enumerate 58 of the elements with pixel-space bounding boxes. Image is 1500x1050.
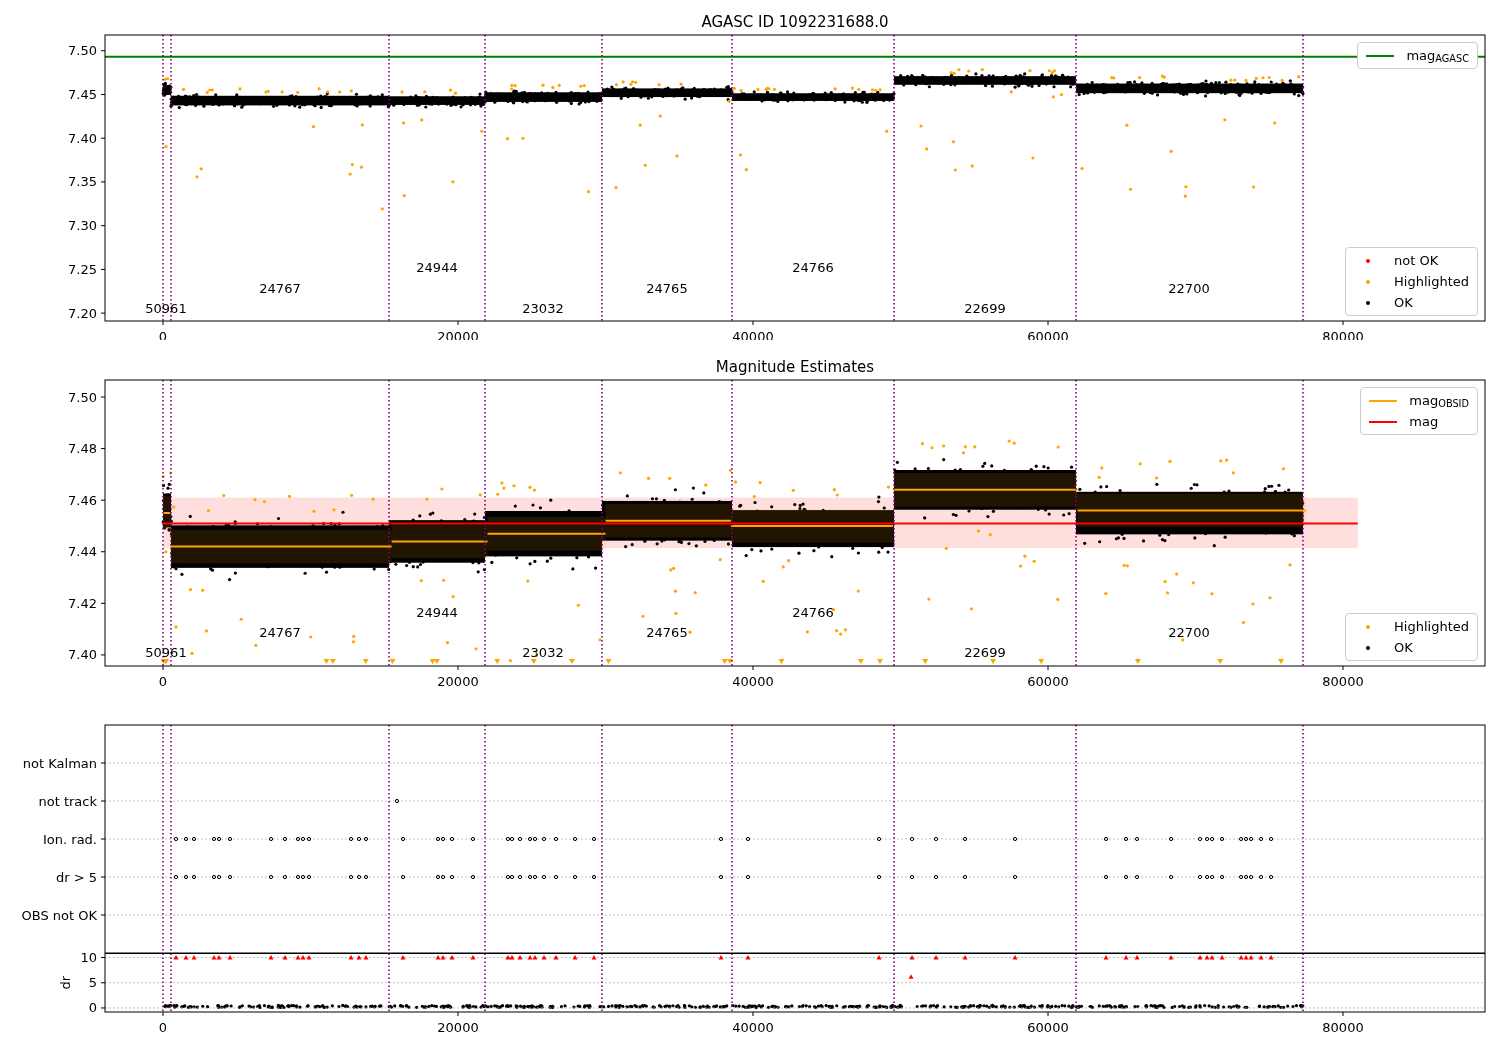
- tick-label: 7.45: [68, 86, 97, 102]
- tick-label: 7.50: [68, 43, 97, 59]
- obsid-label: 24767: [259, 280, 301, 296]
- obsid-label: 24944: [416, 604, 458, 620]
- legend-label: mag$_{OBSID}$: [1409, 394, 1469, 407]
- obsid-label: 24944: [416, 260, 458, 276]
- axis-label: dr: [58, 975, 73, 990]
- tick-label: 40000: [732, 1020, 774, 1035]
- tick-label: Ion. rad.: [43, 831, 97, 847]
- tick-label: 7.20: [68, 305, 97, 321]
- tick-label: not Kalman: [22, 755, 97, 771]
- obsid-label: 24765: [646, 280, 688, 296]
- tick-label: 7.42: [68, 595, 97, 611]
- legend-label: mag: [1409, 415, 1439, 428]
- tick-label: 10: [80, 953, 97, 966]
- tick-label: 0: [158, 674, 168, 689]
- tick-label: 7.48: [68, 441, 97, 457]
- tick-label: dr > 5: [55, 869, 97, 885]
- obsid-label: 22700: [1168, 280, 1210, 296]
- tick-label: 60000: [1027, 1020, 1069, 1035]
- obsid-label: 23032: [522, 644, 564, 660]
- tick-label: 7.40: [68, 647, 97, 663]
- obsid-label: 50961: [145, 644, 187, 660]
- obsid-label: 24766: [792, 604, 834, 620]
- obsid-label: 22700: [1168, 624, 1210, 640]
- tick-label: 7.35: [68, 174, 97, 190]
- tick-label: 60000: [1027, 674, 1069, 689]
- tick-label: 0: [158, 1020, 168, 1035]
- tick-label: 5: [88, 975, 97, 991]
- chart-title: AGASC ID 1092231688.0: [701, 13, 889, 31]
- tick-label: 0: [88, 1000, 97, 1016]
- tick-label: not track: [38, 793, 97, 809]
- tick-label: 7.50: [68, 389, 97, 405]
- tick-label: 20000: [437, 674, 479, 689]
- tick-label: 7.46: [68, 492, 97, 508]
- obsid-label: 24767: [259, 624, 301, 640]
- legend-label: not OK: [1394, 254, 1439, 267]
- tick-label: OBS not OK: [21, 907, 97, 923]
- tick-label: 7.25: [68, 261, 97, 277]
- obsid-label: 24766: [792, 260, 834, 276]
- legend-label: mag$_{AGASC}$: [1406, 49, 1469, 62]
- tick-label: 7.44: [68, 544, 97, 560]
- tick-label: 20000: [437, 1020, 479, 1035]
- legend-label: Highlighted: [1394, 275, 1469, 288]
- obsid-label: 22699: [964, 300, 1006, 316]
- obsid-label: 23032: [522, 300, 564, 316]
- tick-label: 7.40: [68, 130, 97, 146]
- legend-label: OK: [1394, 641, 1413, 654]
- tick-label: 80000: [1322, 674, 1364, 689]
- tick-label: 7.30: [68, 218, 97, 234]
- obsid-label: 22699: [964, 644, 1006, 660]
- legend-label: OK: [1394, 296, 1413, 309]
- chart-title: Magnitude Estimates: [715, 358, 875, 376]
- legend-label: Highlighted: [1394, 620, 1469, 633]
- obsid-label: 24765: [646, 624, 688, 640]
- tick-label: 80000: [1322, 1020, 1364, 1035]
- tick-label: 40000: [732, 674, 774, 689]
- obsid-label: 50961: [145, 300, 187, 316]
